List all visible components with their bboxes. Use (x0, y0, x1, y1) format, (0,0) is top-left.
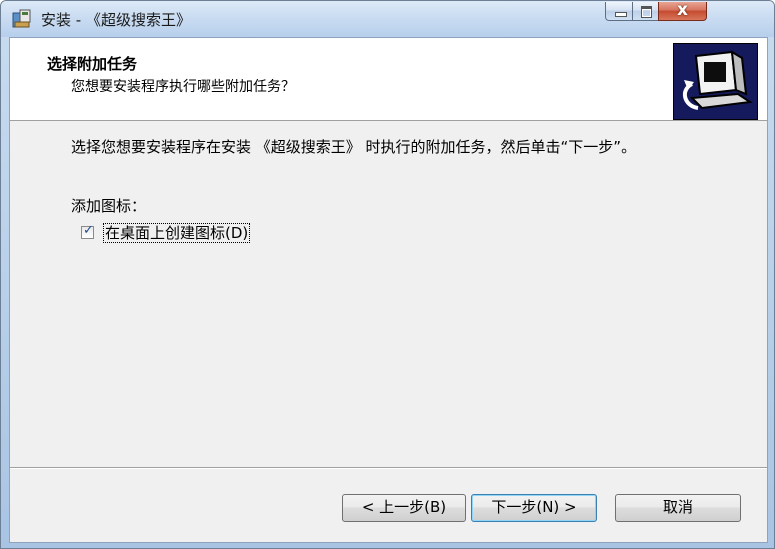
minimize-icon (615, 12, 627, 17)
add-icons-label: 添加图标： (71, 197, 147, 215)
close-icon: x (677, 0, 688, 20)
instructions-text: 选择您想要安装程序在安装 《超级搜索王》 时执行的附加任务，然后单击“下一步”。 (71, 138, 637, 156)
window-title: 安装 - 《超级搜索王》 (41, 11, 191, 29)
installer-window: 安装 - 《超级搜索王》 x 选择附加任务 您想要安装程序执行哪些附加任务？ 选… (0, 0, 775, 549)
footer-divider (10, 467, 767, 469)
maximize-button[interactable] (632, 2, 659, 21)
wizard-body: 选择您想要安装程序在安装 《超级搜索王》 时执行的附加任务，然后单击“下一步”。… (10, 121, 767, 467)
maximize-icon (641, 6, 652, 18)
minimize-button[interactable] (605, 2, 633, 21)
page-title: 选择附加任务 (47, 55, 138, 73)
desktop-icon-checkbox-label[interactable]: 在桌面上创建图标(D) (103, 223, 251, 243)
wizard-header: 选择附加任务 您想要安装程序执行哪些附加任务？ (10, 38, 767, 121)
close-button[interactable]: x (658, 0, 707, 21)
next-button[interactable]: 下一步(N) > (471, 494, 597, 522)
checkmark-icon: ✓ (83, 223, 94, 238)
back-button[interactable]: < 上一步(B) (342, 494, 466, 522)
title-bar[interactable]: 安装 - 《超级搜索王》 x (1, 1, 774, 37)
desktop-icon-checkbox[interactable]: ✓ (81, 223, 94, 239)
wizard-page: 选择附加任务 您想要安装程序执行哪些附加任务？ 选择您想要安装程序在安装 《超级… (9, 37, 768, 543)
installer-app-icon[interactable] (11, 8, 33, 30)
cancel-button[interactable]: 取消 (615, 494, 741, 522)
setup-computer-icon (673, 43, 758, 120)
page-subtitle: 您想要安装程序执行哪些附加任务？ (71, 79, 295, 95)
